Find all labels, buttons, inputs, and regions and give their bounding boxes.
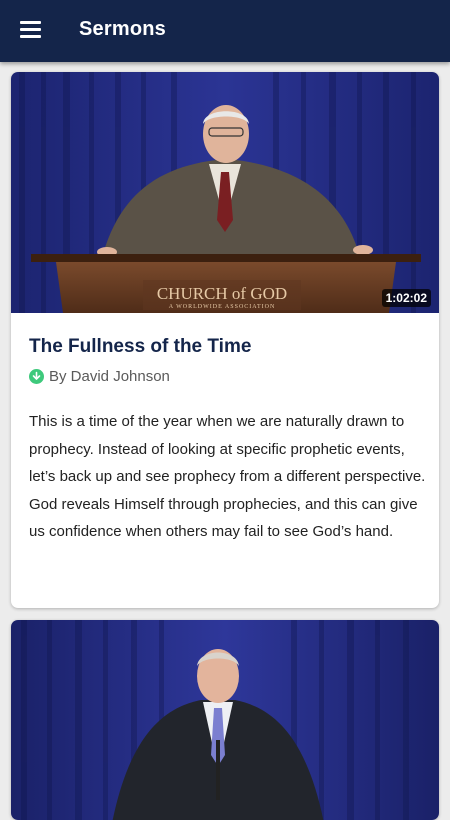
downloaded-check-icon — [29, 369, 44, 384]
app-bar: Sermons — [0, 0, 450, 62]
sermon-author: By David Johnson — [49, 368, 170, 385]
sermon-byline: By David Johnson — [29, 368, 170, 385]
podium-logo-text: CHURCH of GOD — [157, 284, 287, 303]
page-title: Sermons — [79, 18, 166, 40]
sermon-description: This is a time of the year when we are n… — [29, 413, 426, 540]
hamburger-menu-icon[interactable] — [20, 21, 42, 39]
sermon-card[interactable] — [11, 620, 439, 820]
podium-logo-subtext: A WORLDWIDE ASSOCIATION — [169, 304, 276, 310]
sermon-thumbnail[interactable]: CHURCH of GOD A WORLDWIDE ASSOCIATION 1:… — [11, 72, 439, 313]
sermon-title[interactable]: The Fullness of the Time — [29, 336, 251, 358]
sermon-card[interactable]: CHURCH of GOD A WORLDWIDE ASSOCIATION 1:… — [11, 72, 439, 608]
sermon-thumbnail[interactable] — [11, 620, 439, 820]
video-duration-badge: 1:02:02 — [381, 289, 431, 307]
